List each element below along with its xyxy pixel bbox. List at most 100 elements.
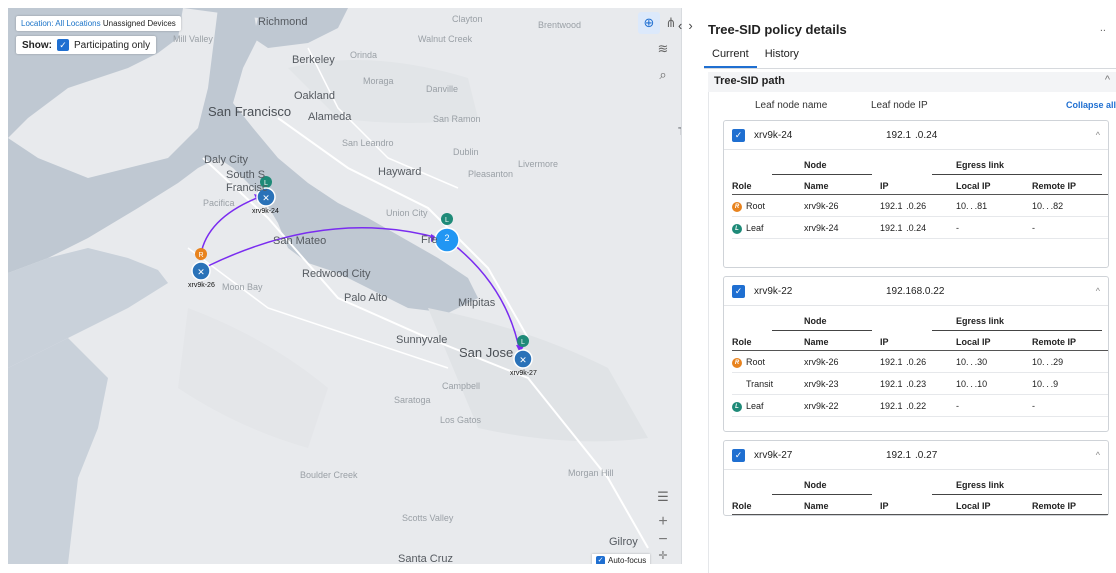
zoom-in-icon[interactable]: + — [658, 513, 667, 531]
section-header-tree-sid-path[interactable]: Tree-SID path ^ — [708, 72, 1116, 92]
place-gilroy: Gilroy — [609, 536, 638, 548]
leaf-chevron-icon[interactable]: ^ — [1096, 286, 1100, 296]
col-leaf-name: Leaf node name — [755, 100, 828, 111]
location-filter[interactable]: Location: All Locations Unassigned Devic… — [16, 16, 181, 31]
svg-text:L: L — [445, 217, 449, 224]
tab-current[interactable]: Current — [704, 48, 757, 68]
group-node: Node — [804, 316, 827, 326]
place-walnut-creek: Walnut Creek — [418, 34, 473, 44]
location-unassigned[interactable]: Unassigned Devices — [103, 19, 176, 28]
leaf-checkbox[interactable]: ✓ — [732, 284, 745, 298]
panel-title: Tree-SID policy details — [708, 22, 847, 37]
leaf-card-header[interactable]: ✓ xrv9k-22 192.168.0.22 ^ — [724, 277, 1108, 306]
place-richmond: Richmond — [258, 16, 308, 28]
auto-focus-checkbox[interactable]: ✓ — [596, 556, 605, 564]
table-row: Transit xrv9k-23 192.1 .0.23 10. . .10 1… — [732, 373, 1108, 395]
leaf-ip: 192.1 .0.24 — [886, 129, 938, 141]
leaf-name: xrv9k-22 — [754, 285, 793, 297]
place-saratoga: Saratoga — [394, 395, 431, 405]
leaf-card: ✓ xrv9k-22 192.168.0.22 ^ Node Egress li… — [723, 276, 1109, 432]
svg-text:✕: ✕ — [262, 194, 270, 204]
place-boulder-creek: Boulder Creek — [300, 470, 358, 480]
table-row: L Leaf xrv9k-22 192.1 .0.22 - - — [732, 395, 1108, 417]
root-badge-icon: R — [732, 357, 742, 368]
show-filter[interactable]: Show: ✓ Participating only — [16, 36, 157, 54]
place-daly-city: Daly City — [204, 154, 249, 166]
place-francisco: Francisc — [226, 182, 268, 194]
recenter-icon[interactable]: ✛ — [658, 549, 667, 562]
leaf-card: ✓ xrv9k-24 192.1 .0.24 ^ Node Egress lin… — [723, 120, 1109, 268]
place-mill-valley: Mill Valley — [173, 34, 213, 44]
leaf-name: xrv9k-24 — [754, 129, 793, 141]
table-row: R Root xrv9k-26 192.1 .0.26 10. . .30 10.… — [732, 351, 1108, 373]
location-label: Location: — [21, 19, 54, 28]
leaf-hop-table: Node Egress link Role Name IP Local IP R… — [724, 150, 1108, 267]
table-row: R Root xrv9k-26 192.1 .0.26 10. . .81 10.… — [732, 195, 1108, 217]
leaf-chevron-icon[interactable]: ^ — [1096, 130, 1100, 140]
place-san-jose: San Jose — [459, 345, 514, 360]
layers-icon[interactable]: ≋ — [652, 38, 674, 60]
place-berkeley: Berkeley — [292, 54, 335, 66]
leaf-checkbox[interactable]: ✓ — [732, 128, 745, 142]
leaf-name: xrv9k-27 — [754, 449, 793, 461]
collapse-all-link[interactable]: Collapse all — [1066, 100, 1116, 110]
leaf-ip: 192.1 .0.27 — [886, 449, 938, 461]
panel-nav: ‹ › — [678, 18, 693, 33]
leaf-ip: 192.168.0.22 — [886, 285, 945, 297]
leaf-checkbox[interactable]: ✓ — [732, 448, 745, 462]
place-san-mateo: San Mateo — [273, 235, 327, 247]
svg-text:L: L — [521, 339, 525, 346]
place-redwood-city: Redwood City — [302, 268, 371, 280]
place-danville: Danville — [426, 84, 459, 94]
place-tr: Tr — [678, 126, 681, 138]
legend-list-icon[interactable]: ☰ — [652, 486, 674, 508]
section-title: Tree-SID path — [714, 75, 785, 87]
node-label-xrv9k-27[interactable]: xrv9k-27 — [510, 370, 537, 377]
place-alameda: Alameda — [308, 111, 352, 123]
place-morgan-hill: Morgan Hill — [568, 468, 614, 478]
topology-map[interactable]: L ✕ R ✕ L L ✕ 2 Richmond Mill Valley Ber… — [8, 8, 682, 564]
tab-divider — [704, 68, 1116, 69]
root-badge-icon: R — [732, 201, 742, 212]
map-background: L ✕ R ✕ L L ✕ — [8, 8, 681, 564]
zoom-out-icon[interactable]: − — [658, 531, 667, 549]
leaf-card-header[interactable]: ✓ xrv9k-27 192.1 .0.27 ^ — [724, 441, 1108, 470]
details-panel: ‹ › Tree-SID policy details .. Current H… — [678, 8, 1116, 573]
panel-menu-icon[interactable]: .. — [1100, 22, 1106, 34]
place-los-gatos: Los Gatos — [440, 415, 482, 425]
place-campbell: Campbell — [442, 381, 481, 391]
tree-sid-path-list[interactable]: Leaf node name Leaf node IP Collapse all… — [708, 92, 1116, 573]
geo-view-icon[interactable]: ⊕ — [638, 12, 660, 34]
search-icon[interactable]: ⌕ — [652, 64, 674, 86]
place-san-leandro: San Leandro — [342, 138, 394, 148]
table-header-row: Role Name IP Local IP Remote IP — [732, 331, 1108, 351]
place-pacifica: Pacifica — [203, 198, 235, 208]
leaf-hop-table: Node Egress link Role Name IP Local IP R… — [724, 470, 1108, 515]
leaf-column-header: Leaf node name Leaf node IP Collapse all — [709, 92, 1116, 116]
group-egress: Egress link — [956, 480, 1005, 490]
place-sunnyvale: Sunnyvale — [396, 334, 448, 346]
panel-tabs: Current History — [704, 48, 807, 68]
tab-history[interactable]: History — [757, 48, 807, 68]
place-moon-bay: Moon Bay — [222, 282, 263, 292]
place-livermore: Livermore — [518, 159, 559, 169]
place-moraga: Moraga — [363, 76, 394, 86]
table-row: L Leaf xrv9k-24 192.1 .0.24 - - — [732, 217, 1108, 239]
place-clayton: Clayton — [452, 14, 483, 24]
collapse-left-icon[interactable]: ‹ — [678, 18, 682, 33]
auto-focus-toggle[interactable]: ✓ Auto-focus — [592, 554, 651, 564]
location-value[interactable]: All Locations — [55, 19, 100, 28]
node-label-xrv9k-24[interactable]: xrv9k-24 — [252, 208, 279, 215]
leaf-card: ✓ xrv9k-27 192.1 .0.27 ^ Node Egress lin… — [723, 440, 1109, 516]
section-chevron-icon[interactable]: ^ — [1105, 74, 1110, 86]
participating-checkbox[interactable]: ✓ — [57, 39, 69, 51]
cluster-count[interactable]: 2 — [441, 233, 453, 243]
leaf-chevron-icon[interactable]: ^ — [1096, 450, 1100, 460]
group-node: Node — [804, 160, 827, 170]
node-label-xrv9k-26[interactable]: xrv9k-26 — [188, 282, 215, 289]
leaf-card-header[interactable]: ✓ xrv9k-24 192.1 .0.24 ^ — [724, 121, 1108, 150]
place-orinda: Orinda — [350, 50, 378, 60]
expand-right-icon[interactable]: › — [688, 18, 692, 33]
place-brentwood: Brentwood — [538, 20, 582, 30]
svg-text:✕: ✕ — [197, 268, 205, 278]
